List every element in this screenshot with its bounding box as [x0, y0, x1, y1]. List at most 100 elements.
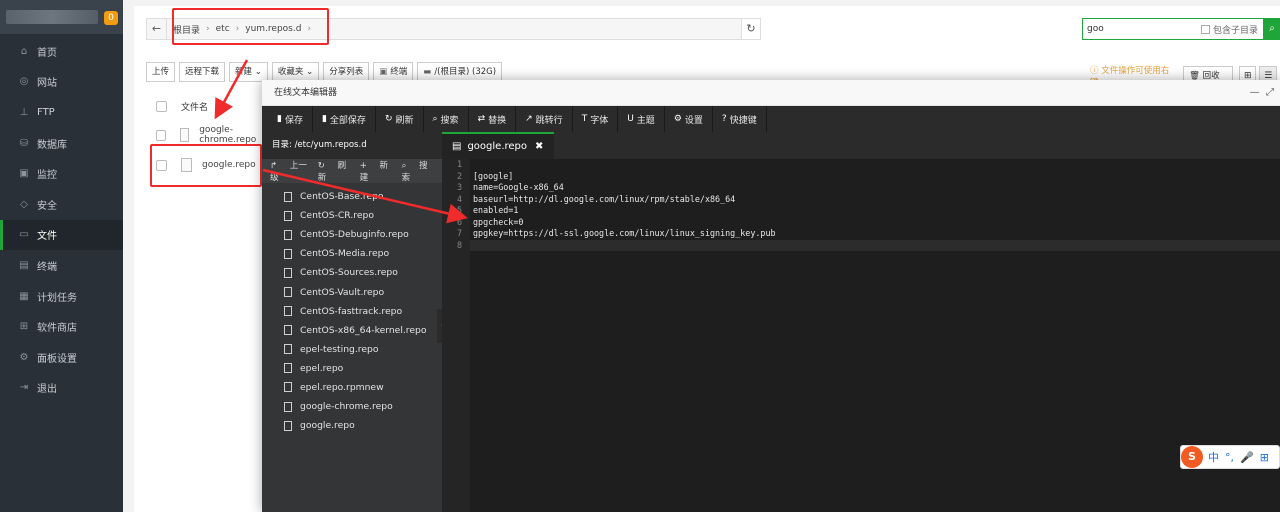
sidebar-item-label: 退出: [37, 384, 57, 396]
file-tree-item[interactable]: epel.repo: [262, 359, 442, 378]
replace-icon: ⇄: [477, 114, 486, 124]
tree-new-button[interactable]: + 新建: [360, 159, 392, 183]
tree-refresh-button[interactable]: ↻ 刷新: [318, 159, 350, 183]
file-tree-item[interactable]: epel-testing.repo: [262, 340, 442, 359]
editor-font-button[interactable]: T 字体: [573, 106, 619, 132]
code-lines[interactable]: [google] name=Google-x86_64 baseurl=http:/…: [473, 159, 776, 251]
file-icon: [284, 210, 292, 221]
file-tree-item[interactable]: CentOS-Debuginfo.repo: [262, 225, 442, 244]
file-tree-item[interactable]: CentOS-x86_64-kernel.repo: [262, 321, 442, 340]
logo: 0: [0, 0, 123, 34]
editor-settings-button[interactable]: ⚙ 设置: [665, 106, 713, 132]
remote-download-button[interactable]: 远程下载: [179, 62, 226, 82]
sidebar-item-2[interactable]: ⊥ FTP: [0, 97, 123, 128]
code-area[interactable]: 12345678 [google] name=Google-x86_64 baseu…: [442, 159, 1280, 512]
search-input[interactable]: [1083, 19, 1193, 39]
terminal-button[interactable]: ▣ 终端: [373, 62, 414, 82]
refresh-path-button[interactable]: ↻: [741, 18, 761, 40]
code-line[interactable]: [google]: [473, 171, 776, 183]
row-checkbox[interactable]: [156, 129, 166, 141]
code-line[interactable]: baseurl=http://dl.google.com/linux/rpm/s…: [473, 194, 776, 206]
sidebar-item-0[interactable]: ⌂ 首页: [0, 36, 123, 67]
file-tree-item[interactable]: CentOS-Media.repo: [262, 244, 442, 263]
editor-search-button[interactable]: ⌕ 搜索: [424, 106, 469, 132]
sidebar-item-6[interactable]: ▭ 文件: [0, 219, 123, 251]
sidebar-item-11[interactable]: ⇥ 退出: [0, 373, 123, 404]
sidebar-item-1[interactable]: ◎ 网站: [0, 67, 123, 98]
code-line[interactable]: [473, 240, 776, 252]
up-level-button[interactable]: ↱ 上一级: [270, 159, 308, 183]
sidebar-item-5[interactable]: ◇ 安全: [0, 189, 123, 220]
file-tree-item[interactable]: CentOS-CR.repo: [262, 206, 442, 225]
file-tree-item[interactable]: CentOS-Sources.repo: [262, 263, 442, 282]
file-icon: [284, 191, 292, 202]
sidebar-nav: ⌂ 首页 ◎ 网站 ⊥ FTP ⛁ 数据库 ▣ 监控 ◇ 安全 ▭ 文件 ▤ 终端 ▦ 计划任务 ⊞ 软件商店 ⚙ 面板设…: [0, 36, 123, 403]
editor-refresh-button[interactable]: ↻ 刷新: [376, 106, 424, 132]
editor-toolbar: ▮ 保存 ▮ 全部保存 ↻ 刷新 ⌕ 搜索 ⇄ 替换 ↗ 跳转行 T 字体 U 主题 ⚙ 设置? 快捷键: [262, 106, 1280, 132]
sidebar-item-8[interactable]: ▦ 计划任务: [0, 281, 123, 312]
file-list-header: 文件名: [146, 94, 276, 118]
search-icon: ⌕: [432, 114, 438, 124]
file-tree-item[interactable]: CentOS-fasttrack.repo: [262, 302, 442, 321]
editor-save-all-button[interactable]: ▮ 全部保存: [313, 106, 376, 132]
file-tree-item[interactable]: google.repo: [262, 416, 442, 435]
code-line[interactable]: name=Google-x86_64: [473, 182, 776, 194]
select-all-checkbox[interactable]: [156, 100, 167, 112]
search-button[interactable]: ⌕: [1264, 18, 1280, 40]
sidebar-item-9[interactable]: ⊞ 软件商店: [0, 311, 123, 342]
settings-icon: ⚙: [673, 114, 682, 124]
sidebar-item-7[interactable]: ▤ 终端: [0, 250, 123, 281]
code-line[interactable]: gpgcheck=0: [473, 217, 776, 229]
column-filename[interactable]: 文件名: [181, 100, 208, 113]
file-tree-panel: 目录: /etc/yum.repos.d ↱ 上一级 ↻ 刷新 + 新建 ⌕ 搜…: [262, 132, 442, 512]
close-tab-icon[interactable]: ✖: [535, 141, 543, 152]
editor-toolbar-label: 保存: [284, 115, 303, 126]
file-tree-item[interactable]: epel.repo.rpmnew: [262, 378, 442, 397]
tree-search-button[interactable]: ⌕ 搜索: [402, 159, 432, 183]
file-icon: [284, 325, 292, 336]
text-editor-dialog: 在线文本编辑器 — ⤢ ▮ 保存 ▮ 全部保存 ↻ 刷新 ⌕ 搜索 ⇄ 替换 ↗ 跳转行 T 字体 U 主题 ⚙…: [262, 80, 1280, 512]
include-subdir-checkbox[interactable]: [1201, 25, 1210, 34]
new-button[interactable]: 新建 ⌄: [229, 62, 268, 82]
notification-badge[interactable]: 0: [104, 11, 118, 25]
back-arrow-icon[interactable]: ←: [147, 19, 167, 39]
ime-chinese-mode[interactable]: 中: [1208, 449, 1219, 465]
code-line[interactable]: enabled=1: [473, 205, 776, 217]
file-icon: [284, 420, 292, 431]
tab-google-repo[interactable]: ▤ google.repo ✖: [442, 132, 554, 159]
upload-button[interactable]: 上传: [146, 62, 176, 82]
minimize-icon[interactable]: —: [1250, 87, 1260, 98]
editor-goto-button[interactable]: ↗ 跳转行: [516, 106, 573, 132]
file-icon: [284, 248, 292, 259]
editor-replace-button[interactable]: ⇄ 替换: [469, 106, 517, 132]
editor-help-button[interactable]: ? 快捷键: [713, 106, 767, 132]
include-subdir-option[interactable]: 包含子目录: [1201, 23, 1258, 36]
line-number: 4: [456, 193, 462, 204]
keyboard-icon[interactable]: ⊞: [1260, 451, 1269, 464]
editor-body: 目录: /etc/yum.repos.d ↱ 上一级 ↻ 刷新 + 新建 ⌕ 搜…: [262, 132, 1280, 512]
sidebar-item-3[interactable]: ⛁ 数据库: [0, 128, 123, 159]
file-tree-item[interactable]: CentOS-Base.repo: [262, 187, 442, 206]
file-tree-label: CentOS-fasttrack.repo: [300, 305, 403, 317]
disk-button[interactable]: ▬/(根目录) (32G): [417, 62, 503, 82]
microphone-icon[interactable]: 🎤: [1240, 451, 1254, 464]
editor-toolbar-label: 快捷键: [729, 115, 757, 126]
task-icon: ▦: [19, 290, 29, 302]
code-line[interactable]: gpgkey=https://dl-ssl.google.com/linux/l…: [473, 228, 776, 240]
file-icon: [284, 401, 292, 412]
editor-theme-button[interactable]: U 主题: [618, 106, 665, 132]
sidebar-item-10[interactable]: ⚙ 面板设置: [0, 342, 123, 373]
ime-punctuation[interactable]: °,: [1225, 451, 1234, 464]
favorites-button[interactable]: 收藏夹 ⌄: [271, 62, 320, 82]
file-tree-label: epel-testing.repo: [300, 343, 379, 355]
sidebar-item-4[interactable]: ▣ 监控: [0, 158, 123, 189]
maximize-icon[interactable]: ⤢: [1266, 87, 1274, 98]
file-tree-item[interactable]: google-chrome.repo: [262, 397, 442, 416]
code-line[interactable]: [473, 159, 776, 171]
file-tree-item[interactable]: CentOS-Vault.repo: [262, 282, 442, 301]
terminal-icon: ▤: [19, 259, 29, 271]
editor-title: 在线文本编辑器: [274, 88, 338, 98]
editor-save-button[interactable]: ▮ 保存: [268, 106, 313, 132]
editor-toolbar-label: 全部保存: [329, 115, 366, 126]
share-list-button[interactable]: 分享列表: [323, 62, 370, 82]
